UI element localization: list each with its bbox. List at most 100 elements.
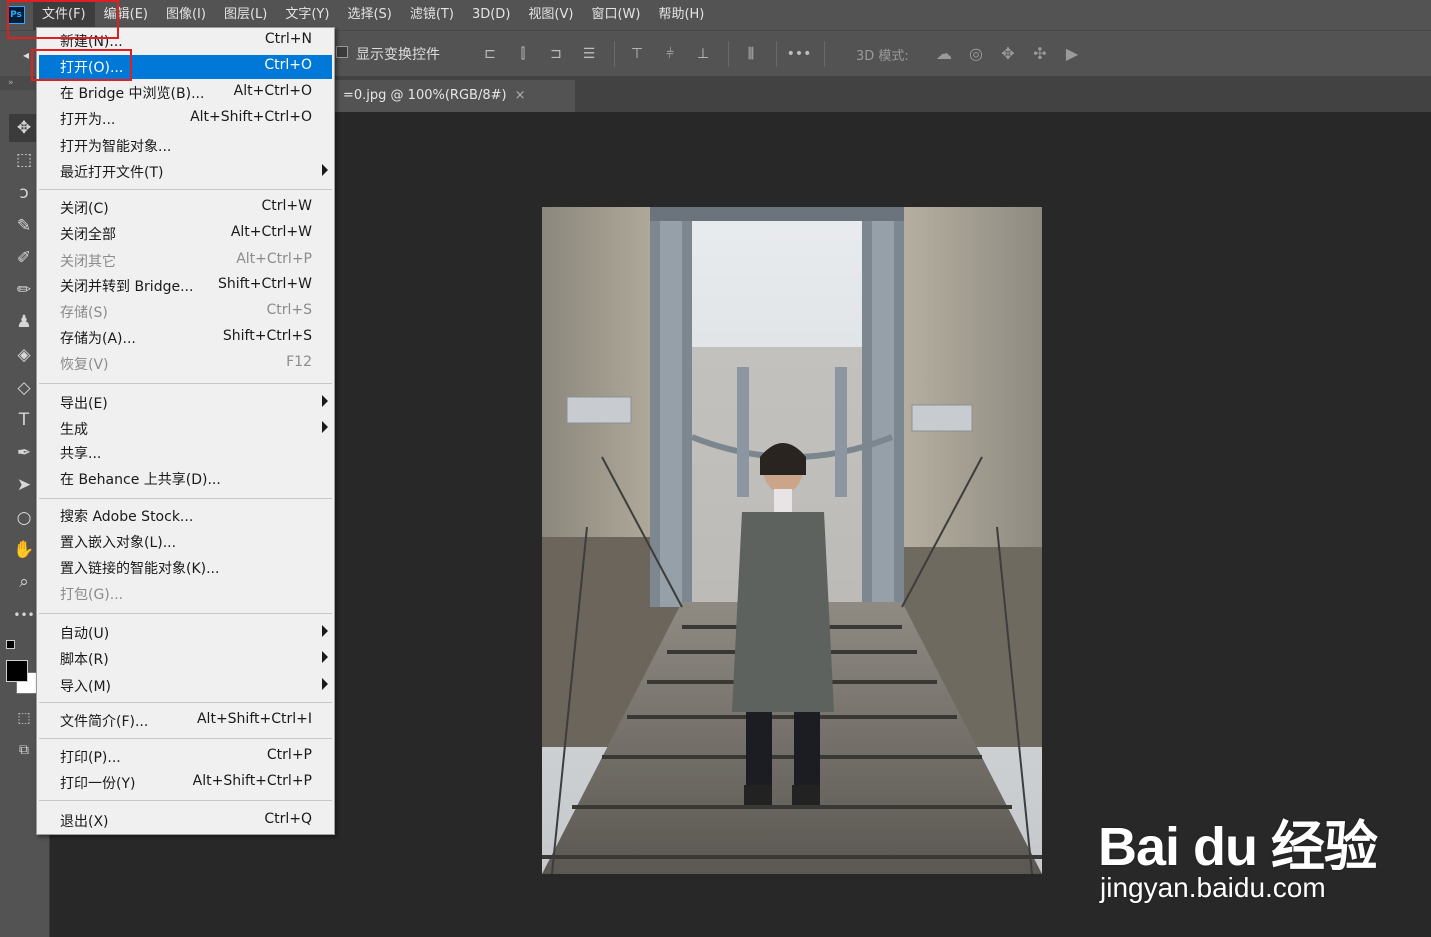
menu-item-close-others: 关闭其它 Alt+Ctrl+P [60, 251, 312, 270]
distribute-vertical-icon[interactable]: ⫼ [741, 44, 761, 64]
close-tab-icon[interactable]: × [515, 88, 526, 103]
menu-separator [39, 613, 332, 614]
menu-filter[interactable]: 滤镜(T) [401, 0, 463, 30]
align-horizontal-center-icon[interactable]: ⫿ [513, 44, 533, 64]
menu-layer[interactable]: 图层(L) [215, 0, 276, 30]
3d-roll-icon[interactable]: ◎ [965, 42, 987, 64]
menu-item-share-behance[interactable]: 在 Behance 上共享(D)... [39, 467, 332, 491]
options-separator [776, 41, 777, 67]
menu-item-export[interactable]: 导出(E) [39, 391, 332, 415]
pen-tool-icon[interactable]: ✒ [9, 439, 39, 467]
menu-item-place-linked[interactable]: 置入链接的智能对象(K)... [39, 556, 332, 580]
menu-help[interactable]: 帮助(H) [649, 0, 713, 30]
3d-slide-icon[interactable]: ✣ [1029, 42, 1051, 64]
show-transform-checkbox[interactable] [336, 46, 348, 58]
lasso-tool-icon[interactable]: ↄ [9, 179, 39, 207]
default-colors-icon[interactable] [6, 640, 15, 649]
menu-window[interactable]: 窗口(W) [582, 0, 649, 30]
options-separator [824, 41, 825, 67]
options-separator [728, 41, 729, 67]
more-options-icon[interactable]: ••• [787, 44, 812, 64]
menu-type[interactable]: 文字(Y) [276, 0, 338, 30]
photo-image [542, 207, 1042, 874]
menu-item-print-one-copy[interactable]: 打印一份(Y) Alt+Shift+Ctrl+P [39, 771, 332, 795]
distribute-horizontal-icon[interactable]: ☰ [579, 44, 599, 64]
submenu-arrow-icon [322, 395, 328, 407]
quick-selection-tool-icon[interactable]: ✎ [9, 212, 39, 240]
paint-bucket-tool-icon[interactable]: ◇ [9, 374, 39, 402]
document-photo [542, 207, 1042, 874]
menu-select[interactable]: 选择(S) [338, 0, 400, 30]
baidu-jingyan-watermark: Bai du 经验 jingyan.baidu.com [1098, 792, 1398, 912]
document-tab[interactable]: =0.jpg @ 100%(RGB/8#) × [335, 80, 575, 112]
menu-image[interactable]: 图像(I) [157, 0, 215, 30]
align-right-icon[interactable]: ⊐ [546, 44, 566, 64]
menu-item-save-as[interactable]: 存储为(A)... Shift+Ctrl+S [39, 326, 332, 350]
menu-item-import[interactable]: 导入(M) [39, 674, 332, 698]
menu-item-open-smart-object[interactable]: 打开为智能对象... [39, 134, 332, 158]
eraser-tool-icon[interactable]: ◈ [9, 341, 39, 369]
menu-separator [39, 498, 332, 499]
menu-view[interactable]: 视图(V) [519, 0, 582, 30]
menu-item-automate[interactable]: 自动(U) [39, 621, 332, 645]
annotation-box-open-item [31, 49, 132, 81]
screen-mode-icon[interactable]: ⧉ [9, 736, 39, 764]
ellipse-tool-icon[interactable]: ○ [9, 504, 39, 532]
menu-item-open-as[interactable]: 打开为... Alt+Shift+Ctrl+O [39, 107, 332, 131]
3d-mode-icons: ☁ ◎ ✥ ✣ ▶ [933, 42, 1093, 64]
align-left-icon[interactable]: ⊏ [480, 44, 500, 64]
zoom-tool-icon[interactable]: ⌕ [9, 568, 39, 596]
menu-item-exit[interactable]: 退出(X) Ctrl+Q [39, 809, 332, 833]
menu-bar: Ps 文件(F) 编辑(E) 图像(I) 图层(L) 文字(Y) 选择(S) 滤… [0, 0, 1431, 30]
marquee-tool-icon[interactable]: ⬚ [9, 146, 39, 174]
menu-item-place-embedded[interactable]: 置入嵌入对象(L)... [39, 530, 332, 554]
menu-item-close[interactable]: 关闭(C) Ctrl+W [39, 196, 332, 220]
menu-item-close-go-bridge[interactable]: 关闭并转到 Bridge... Shift+Ctrl+W [39, 274, 332, 298]
menu-item-scripts[interactable]: 脚本(R) [39, 647, 332, 671]
align-bottom-icon[interactable]: ⊥ [693, 44, 713, 64]
align-icons-group: ⊏ ⫿ ⊐ ☰ ⊤ ⫩ ⊥ ⫼ ••• [480, 40, 837, 68]
menu-item-file-info[interactable]: 文件简介(F)... Alt+Shift+Ctrl+I [39, 709, 332, 733]
align-vertical-center-icon[interactable]: ⫩ [660, 44, 680, 64]
quick-mask-icon[interactable]: ⬚ [9, 704, 39, 732]
menu-separator [39, 702, 332, 703]
move-tool-icon[interactable]: ✥ [9, 114, 39, 142]
menu-separator [39, 800, 332, 801]
show-transform-label[interactable]: 显示变换控件 [356, 44, 440, 64]
path-selection-tool-icon[interactable]: ➤ [9, 471, 39, 499]
menu-item-search-adobe-stock[interactable]: 搜索 Adobe Stock... [39, 504, 332, 528]
type-tool-icon[interactable]: T [9, 406, 39, 434]
3d-orbit-icon[interactable]: ☁ [933, 42, 955, 64]
stamp-tool-icon[interactable]: ♟ [9, 308, 39, 336]
menu-item-print[interactable]: 打印(P)... Ctrl+P [39, 745, 332, 769]
menu-item-close-all[interactable]: 关闭全部 Alt+Ctrl+W [39, 222, 332, 246]
document-tab-title: =0.jpg @ 100%(RGB/8#) [343, 88, 507, 103]
menu-3d[interactable]: 3D(D) [463, 0, 519, 30]
menu-item-package: 打包(G)... [60, 587, 124, 603]
align-top-icon[interactable]: ⊤ [627, 44, 647, 64]
annotation-box-file-menu [7, 0, 119, 39]
submenu-arrow-icon [322, 678, 328, 690]
foreground-color-swatch[interactable] [6, 660, 28, 682]
3d-pan-icon[interactable]: ✥ [997, 42, 1019, 64]
menu-separator [39, 189, 332, 190]
menu-item-generate[interactable]: 生成 [39, 417, 332, 441]
options-separator [614, 41, 615, 67]
eyedropper-tool-icon[interactable]: ✐ [9, 244, 39, 272]
submenu-arrow-icon [322, 651, 328, 663]
menu-item-browse-bridge[interactable]: 在 Bridge 中浏览(B)... Alt+Ctrl+O [39, 81, 332, 105]
submenu-arrow-icon [322, 625, 328, 637]
submenu-arrow-icon [322, 421, 328, 433]
watermark-logo-text: Bai du 经验 [1098, 817, 1378, 877]
tool-preset-arrow-icon[interactable]: ◂ [23, 48, 29, 62]
more-tools-icon[interactable]: ••• [9, 601, 39, 629]
menu-item-share[interactable]: 共享... [39, 441, 332, 465]
submenu-arrow-icon [322, 164, 328, 176]
3d-scale-icon[interactable]: ▶ [1061, 42, 1083, 64]
menu-separator [39, 383, 332, 384]
hand-tool-icon[interactable]: ✋ [9, 536, 39, 564]
3d-mode-label: 3D 模式: [856, 49, 909, 64]
brush-tool-icon[interactable]: ✏ [9, 276, 39, 304]
menu-item-recent-files[interactable]: 最近打开文件(T) [39, 160, 332, 184]
watermark-url: jingyan.baidu.com [1100, 872, 1326, 903]
